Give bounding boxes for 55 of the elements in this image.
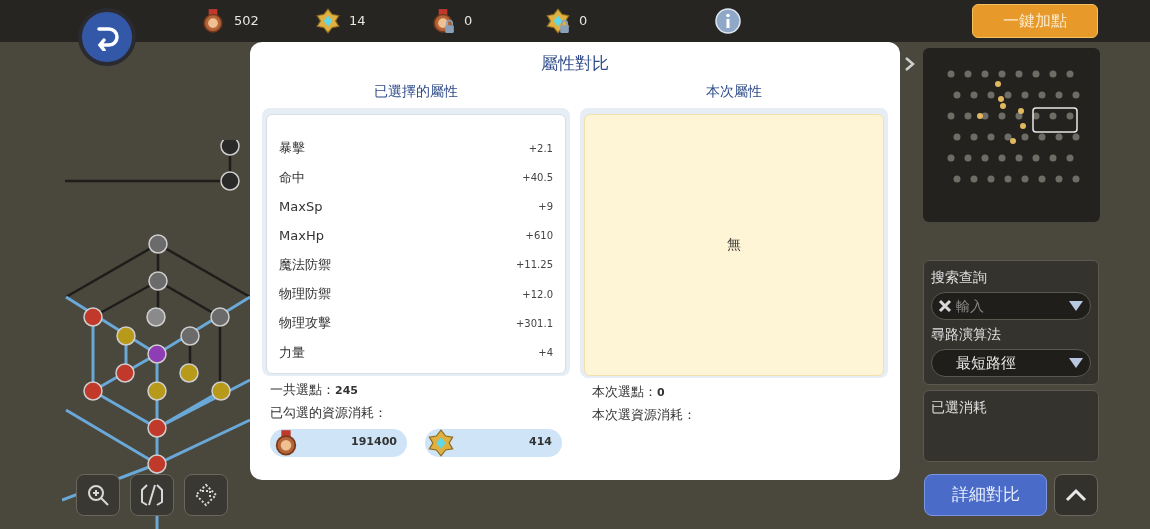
map-tool-button[interactable] [184,474,228,516]
current-points-value: 0 [657,384,665,401]
map-tool-button[interactable] [130,474,174,516]
attribute-value: +4 [538,345,553,360]
cost-amount: 191400 [351,434,397,451]
attribute-name: 魔法防禦 [279,256,331,275]
attribute-value: +301.1 [516,316,553,331]
empty-text: 無 [727,235,741,254]
collapse-button[interactable] [1054,474,1098,516]
current-cost-label: 本次選資源消耗： [592,406,697,424]
cost-amount: 414 [529,434,552,451]
attribute-name: MaxSp [279,197,323,216]
clear-icon[interactable] [937,298,953,314]
resource-count: 0 [464,12,473,31]
search-field[interactable]: 輸入 [931,292,1091,320]
attribute-value: +12.0 [522,287,553,302]
info-icon[interactable] [715,8,741,34]
dialog-title: 屬性對比 [541,52,609,75]
attribute-value: +610 [525,229,553,244]
chevron-up-icon [1064,487,1088,503]
total-points-label: 一共選點： [270,380,335,399]
attribute-value: +40.5 [522,170,553,185]
dropdown-triangle-icon [1068,300,1084,312]
crystal-icon [427,428,455,457]
map-tool-button[interactable] [76,474,120,516]
attribute-name: 力量 [279,343,305,362]
attribute-name: 物理防禦 [279,285,331,304]
locked-crystal-icon [545,8,571,34]
zoom-in-icon [85,482,111,508]
cost-panel-title: 已選消耗 [931,399,987,415]
cost-label: 已勾選的資源消耗： [270,404,388,422]
algorithm-dropdown[interactable]: 最短路徑 [931,349,1091,377]
crystal-icon [315,8,341,34]
attribute-value: +11.25 [516,258,553,273]
slash-hexagon-icon [139,482,165,508]
column-heading: 已選擇的屬性 [374,81,458,101]
resource-count: 14 [349,12,366,31]
attribute-name: 物理攻擊 [279,314,331,333]
chevron-right-icon[interactable] [903,56,917,72]
column-heading: 本次屬性 [706,81,762,101]
detail-compare-button[interactable]: 詳細對比 [924,474,1047,516]
dashed-route-icon [193,482,219,508]
attribute-name: MaxHp [279,226,324,245]
attribute-name: 暴擊 [279,139,305,158]
dropdown-triangle-icon [1068,357,1084,369]
resource-count: 502 [234,12,259,31]
algorithm-label: 尋路演算法 [931,325,1002,344]
current-points-label: 本次選點： [592,382,657,401]
minimap[interactable] [923,48,1100,222]
attribute-name: 命中 [279,168,305,187]
attribute-value: +9 [538,199,553,214]
total-points-value: 245 [335,382,358,399]
search-label: 搜索查詢 [931,268,988,287]
attribute-value: +2.1 [528,141,553,156]
resource-count: 0 [579,12,588,31]
